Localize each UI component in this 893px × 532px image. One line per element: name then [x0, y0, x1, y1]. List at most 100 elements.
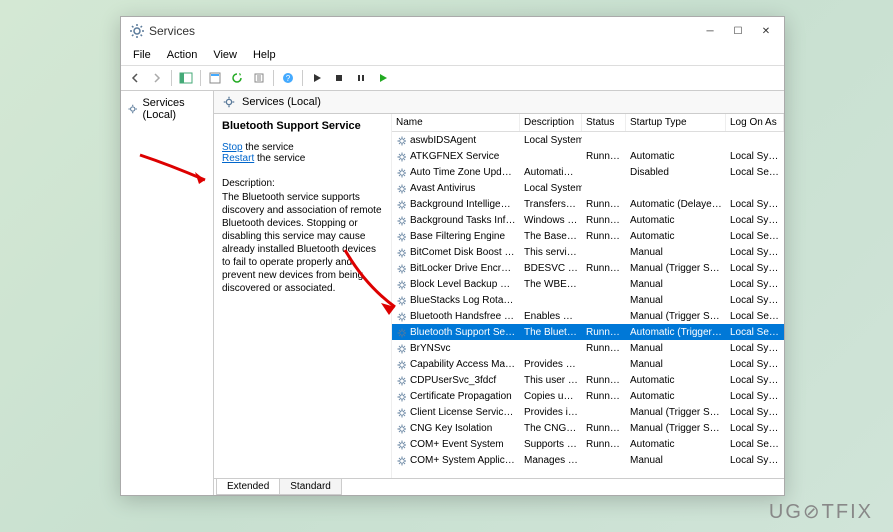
service-row[interactable]: Block Level Backup Engine S...The WBENGI… [392, 276, 784, 292]
gear-icon [392, 422, 406, 434]
tab-standard[interactable]: Standard [279, 479, 342, 495]
gear-icon [222, 95, 236, 109]
service-row[interactable]: Capability Access Manager S...Provides f… [392, 356, 784, 372]
tree-root-item[interactable]: Services (Local) [125, 95, 209, 123]
help-button[interactable]: ? [278, 68, 298, 88]
service-row[interactable]: Bluetooth Support ServiceThe Bluetoo...R… [392, 324, 784, 340]
service-row[interactable]: BitComet Disk Boost ServiceThis service … [392, 244, 784, 260]
close-button[interactable]: ✕ [752, 21, 780, 41]
cell-logon: Local System [726, 214, 784, 227]
list-header-bar: Services (Local) [214, 91, 784, 114]
service-row[interactable]: CNG Key IsolationThe CNG ke...RunningMan… [392, 420, 784, 436]
cell-status: Running [582, 198, 626, 211]
cell-logon: Local System [726, 294, 784, 307]
menu-view[interactable]: View [205, 47, 245, 63]
gear-icon [392, 326, 406, 338]
service-row[interactable]: BitLocker Drive Encryption S...BDESVC ho… [392, 260, 784, 276]
col-startup[interactable]: Startup Type [626, 114, 726, 131]
tree-pane: Services (Local) [121, 91, 214, 495]
stop-service-link[interactable]: Stop [222, 142, 243, 153]
cell-name: Avast Antivirus [406, 182, 520, 195]
column-headers: Name Description Status Startup Type Log… [392, 114, 784, 132]
service-row[interactable]: Avast AntivirusLocal System [392, 180, 784, 196]
list-body[interactable]: aswbIDSAgentLocal SystemATKGFNEX Service… [392, 132, 784, 478]
cell-name: CDPUserSvc_3fdcf [406, 374, 520, 387]
export-button[interactable] [249, 68, 269, 88]
watermark: UG⊘TFIX [769, 499, 873, 524]
cell-startup: Automatic [626, 230, 726, 243]
description-text: The Bluetooth service supports discovery… [222, 191, 383, 295]
cell-desc: Transfers file... [520, 198, 582, 211]
service-row[interactable]: Bluetooth Handsfree ServiceEnables wire.… [392, 308, 784, 324]
maximize-button[interactable]: ☐ [724, 21, 752, 41]
cell-status [582, 251, 626, 253]
cell-logon: Local System [726, 278, 784, 291]
cell-status: Running [582, 422, 626, 435]
service-row[interactable]: ATKGFNEX ServiceRunningAutomaticLocal Sy… [392, 148, 784, 164]
cell-startup: Automatic [626, 390, 726, 403]
service-row[interactable]: Base Filtering EngineThe Base Filt...Run… [392, 228, 784, 244]
gear-icon [392, 278, 406, 290]
cell-status: Running [582, 214, 626, 227]
cell-name: BrYNSvc [406, 342, 520, 355]
menu-action[interactable]: Action [159, 47, 206, 63]
cell-desc: Provides infr... [520, 406, 582, 419]
cell-startup: Automatic (Delayed St... [626, 198, 726, 211]
minimize-button[interactable]: ─ [696, 21, 724, 41]
gear-icon [392, 358, 406, 370]
view-tabs: Extended Standard [214, 478, 784, 495]
cell-desc [520, 155, 582, 157]
cell-desc: BDESVC hos... [520, 262, 582, 275]
cell-name: Background Tasks Infrastruc... [406, 214, 520, 227]
cell-logon: Local System [726, 374, 784, 387]
restart-service-button[interactable] [373, 68, 393, 88]
cell-logon: Local System [726, 358, 784, 371]
service-row[interactable]: BlueStacks Log Rotator Servi...ManualLoc… [392, 292, 784, 308]
start-service-button[interactable] [307, 68, 327, 88]
toolbar: ? [121, 66, 784, 91]
cell-logon: Local System [726, 454, 784, 467]
cell-desc: Enables wire... [520, 310, 582, 323]
cell-name: BlueStacks Log Rotator Servi... [406, 294, 520, 307]
col-status[interactable]: Status [582, 114, 626, 131]
service-row[interactable]: COM+ System ApplicationManages th...Manu… [392, 452, 784, 468]
menu-file[interactable]: File [125, 47, 159, 63]
col-logon[interactable]: Log On As [726, 114, 784, 131]
cell-name: Block Level Backup Engine S... [406, 278, 520, 291]
titlebar[interactable]: Services ─ ☐ ✕ [121, 17, 784, 45]
properties-button[interactable] [205, 68, 225, 88]
show-hide-button[interactable] [176, 68, 196, 88]
cell-startup: Disabled [626, 166, 726, 179]
tab-extended[interactable]: Extended [216, 479, 280, 495]
service-row[interactable]: BrYNSvcRunningManualLocal System [392, 340, 784, 356]
pause-service-button[interactable] [351, 68, 371, 88]
service-row[interactable]: Client License Service (ClipSV...Provide… [392, 404, 784, 420]
menu-help[interactable]: Help [245, 47, 284, 63]
service-row[interactable]: Auto Time Zone UpdaterAutomaticall...Dis… [392, 164, 784, 180]
gear-icon [392, 230, 406, 242]
service-row[interactable]: COM+ Event SystemSupports Sy...RunningAu… [392, 436, 784, 452]
service-row[interactable]: Background Tasks Infrastruc...Windows in… [392, 212, 784, 228]
service-row[interactable]: aswbIDSAgentLocal System [392, 132, 784, 148]
forward-button[interactable] [147, 68, 167, 88]
cell-logon: Local Service [726, 326, 784, 339]
gear-icon [392, 438, 406, 450]
cell-name: Bluetooth Support Service [406, 326, 520, 339]
service-row[interactable]: Background Intelligent Tran...Transfers … [392, 196, 784, 212]
col-description[interactable]: Description [520, 114, 582, 131]
services-icon [129, 23, 145, 39]
restart-service-link[interactable]: Restart [222, 153, 254, 164]
cell-startup: Manual (Trigger Start) [626, 422, 726, 435]
stop-service-button[interactable] [329, 68, 349, 88]
cell-status: Running [582, 390, 626, 403]
gear-icon [392, 310, 406, 322]
service-row[interactable]: CDPUserSvc_3fdcfThis user ser...RunningA… [392, 372, 784, 388]
col-name[interactable]: Name [392, 114, 520, 131]
cell-logon: Local System [726, 406, 784, 419]
refresh-button[interactable] [227, 68, 247, 88]
cell-status: Running [582, 230, 626, 243]
window-title: Services [149, 24, 696, 38]
back-button[interactable] [125, 68, 145, 88]
service-row[interactable]: Certificate PropagationCopies user ...Ru… [392, 388, 784, 404]
gear-icon [392, 182, 406, 194]
